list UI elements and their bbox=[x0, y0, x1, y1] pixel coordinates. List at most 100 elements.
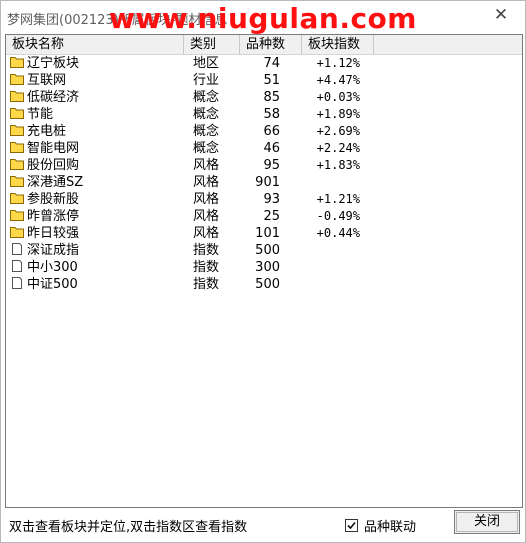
table-row[interactable]: 昨日较强 风格 101 +0.44% bbox=[6, 225, 522, 242]
status-hint: 双击查看板块并定位,双击指数区查看指数 bbox=[9, 520, 248, 535]
folder-icon bbox=[10, 158, 24, 170]
sector-index: +4.47% bbox=[316, 73, 360, 87]
sector-index bbox=[298, 242, 360, 259]
folder-icon bbox=[10, 90, 24, 102]
sector-category: 风格 bbox=[193, 158, 220, 173]
column-header-count[interactable]: 品种数 bbox=[240, 35, 302, 54]
sector-category: 行业 bbox=[193, 73, 220, 88]
table-row[interactable]: 中小300 指数 300 bbox=[6, 259, 522, 276]
document-icon bbox=[10, 260, 24, 272]
table-row[interactable]: 辽宁板块 地区 74 +1.12% bbox=[6, 55, 522, 72]
table-header: 板块名称 类别 品种数 板块指数 bbox=[6, 35, 522, 55]
sector-name: 互联网 bbox=[27, 73, 67, 88]
column-header-category[interactable]: 类别 bbox=[184, 35, 240, 54]
sector-count: 66 bbox=[263, 124, 280, 139]
sector-index: +1.89% bbox=[316, 107, 360, 121]
close-button-label: 关闭 bbox=[473, 514, 500, 529]
folder-icon bbox=[10, 192, 24, 204]
table-row[interactable]: 深港通SZ 风格 901 bbox=[6, 174, 522, 191]
document-icon bbox=[10, 243, 24, 255]
sector-category: 指数 bbox=[193, 260, 220, 275]
sector-index: +1.12% bbox=[316, 56, 360, 70]
sector-category: 地区 bbox=[193, 56, 220, 71]
table-row[interactable]: 互联网 行业 51 +4.47% bbox=[6, 72, 522, 89]
sector-index bbox=[298, 259, 360, 276]
document-icon bbox=[10, 277, 24, 289]
sector-index bbox=[298, 276, 360, 293]
sector-category: 风格 bbox=[193, 226, 220, 241]
sector-list[interactable]: 板块名称 类别 品种数 板块指数 辽宁板块 地区 74 +1.12% 互联网 行业 51 +4… bbox=[5, 34, 523, 508]
folder-icon bbox=[10, 73, 24, 85]
status-bar: 双击查看板块并定位,双击指数区查看指数 品种联动 关闭 bbox=[1, 507, 525, 542]
watermark-text: www.niugulan.com bbox=[109, 2, 417, 35]
sector-index: +0.44% bbox=[316, 226, 360, 240]
sector-count: 300 bbox=[255, 260, 280, 275]
sector-index: +1.21% bbox=[316, 192, 360, 206]
sector-count: 101 bbox=[255, 226, 280, 241]
sector-category: 指数 bbox=[193, 243, 220, 258]
sector-index: -0.49% bbox=[316, 209, 360, 223]
sector-category: 概念 bbox=[193, 124, 220, 139]
sector-count: 901 bbox=[255, 175, 280, 190]
sector-name: 智能电网 bbox=[27, 141, 80, 156]
sector-index: +0.03% bbox=[316, 90, 360, 104]
sector-name: 中证500 bbox=[27, 277, 78, 292]
sector-name: 节能 bbox=[27, 107, 54, 122]
folder-icon bbox=[10, 107, 24, 119]
sector-category: 风格 bbox=[193, 209, 220, 224]
folder-icon bbox=[10, 209, 24, 221]
sector-index: +2.24% bbox=[316, 141, 360, 155]
sector-name: 充电桩 bbox=[27, 124, 67, 139]
linkage-checkbox[interactable]: 品种联动 bbox=[345, 516, 416, 535]
sector-name: 深证成指 bbox=[27, 243, 80, 258]
table-body: 辽宁板块 地区 74 +1.12% 互联网 行业 51 +4.47% 低碳经济 概念 85 +0.03… bbox=[6, 55, 522, 293]
table-row[interactable]: 节能 概念 58 +1.89% bbox=[6, 106, 522, 123]
sector-count: 74 bbox=[263, 56, 280, 71]
sector-count: 46 bbox=[263, 141, 280, 156]
table-row[interactable]: 低碳经济 概念 85 +0.03% bbox=[6, 89, 522, 106]
sector-category: 风格 bbox=[193, 192, 220, 207]
sector-count: 500 bbox=[255, 277, 280, 292]
sector-name: 深港通SZ bbox=[27, 175, 84, 190]
table-row[interactable]: 参股新股 风格 93 +1.21% bbox=[6, 191, 522, 208]
sector-category: 风格 bbox=[193, 175, 220, 190]
sector-index: +1.83% bbox=[316, 158, 360, 172]
sector-name: 股份回购 bbox=[27, 158, 80, 173]
table-row[interactable]: 智能电网 概念 46 +2.24% bbox=[6, 140, 522, 157]
sector-category: 概念 bbox=[193, 90, 220, 105]
table-row[interactable]: 充电桩 概念 66 +2.69% bbox=[6, 123, 522, 140]
folder-icon bbox=[10, 226, 24, 238]
folder-icon bbox=[10, 175, 24, 187]
table-row[interactable]: 昨曾涨停 风格 25 -0.49% bbox=[6, 208, 522, 225]
sector-name: 昨日较强 bbox=[27, 226, 80, 241]
folder-icon bbox=[10, 56, 24, 68]
sector-count: 500 bbox=[255, 243, 280, 258]
sector-count: 51 bbox=[263, 73, 280, 88]
sector-index bbox=[298, 174, 360, 191]
sector-count: 25 bbox=[263, 209, 280, 224]
sector-count: 58 bbox=[263, 107, 280, 122]
table-row[interactable]: 深证成指 指数 500 bbox=[6, 242, 522, 259]
checkbox-box[interactable] bbox=[345, 519, 358, 532]
sector-count: 85 bbox=[263, 90, 280, 105]
close-button[interactable]: 关闭 bbox=[454, 510, 520, 534]
table-row[interactable]: 中证500 指数 500 bbox=[6, 276, 522, 293]
sector-name: 昨曾涨停 bbox=[27, 209, 80, 224]
sector-category: 概念 bbox=[193, 141, 220, 156]
sector-count: 95 bbox=[263, 158, 280, 173]
folder-icon bbox=[10, 124, 24, 136]
sector-name: 中小300 bbox=[27, 260, 78, 275]
title-bar: 梦网集团(002123)所属板块-题材信息 www.niugulan.com ✕ bbox=[1, 1, 525, 35]
sector-info-window: 梦网集团(002123)所属板块-题材信息 www.niugulan.com ✕… bbox=[0, 0, 526, 543]
sector-index: +2.69% bbox=[316, 124, 360, 138]
sector-name: 低碳经济 bbox=[27, 90, 80, 105]
linkage-label: 品种联动 bbox=[364, 520, 417, 535]
folder-icon bbox=[10, 141, 24, 153]
sector-category: 指数 bbox=[193, 277, 220, 292]
close-icon[interactable]: ✕ bbox=[491, 5, 511, 25]
table-row[interactable]: 股份回购 风格 95 +1.83% bbox=[6, 157, 522, 174]
sector-name: 参股新股 bbox=[27, 192, 80, 207]
column-header-index[interactable]: 板块指数 bbox=[302, 35, 374, 54]
sector-category: 概念 bbox=[193, 107, 220, 122]
column-header-name[interactable]: 板块名称 bbox=[6, 35, 184, 54]
